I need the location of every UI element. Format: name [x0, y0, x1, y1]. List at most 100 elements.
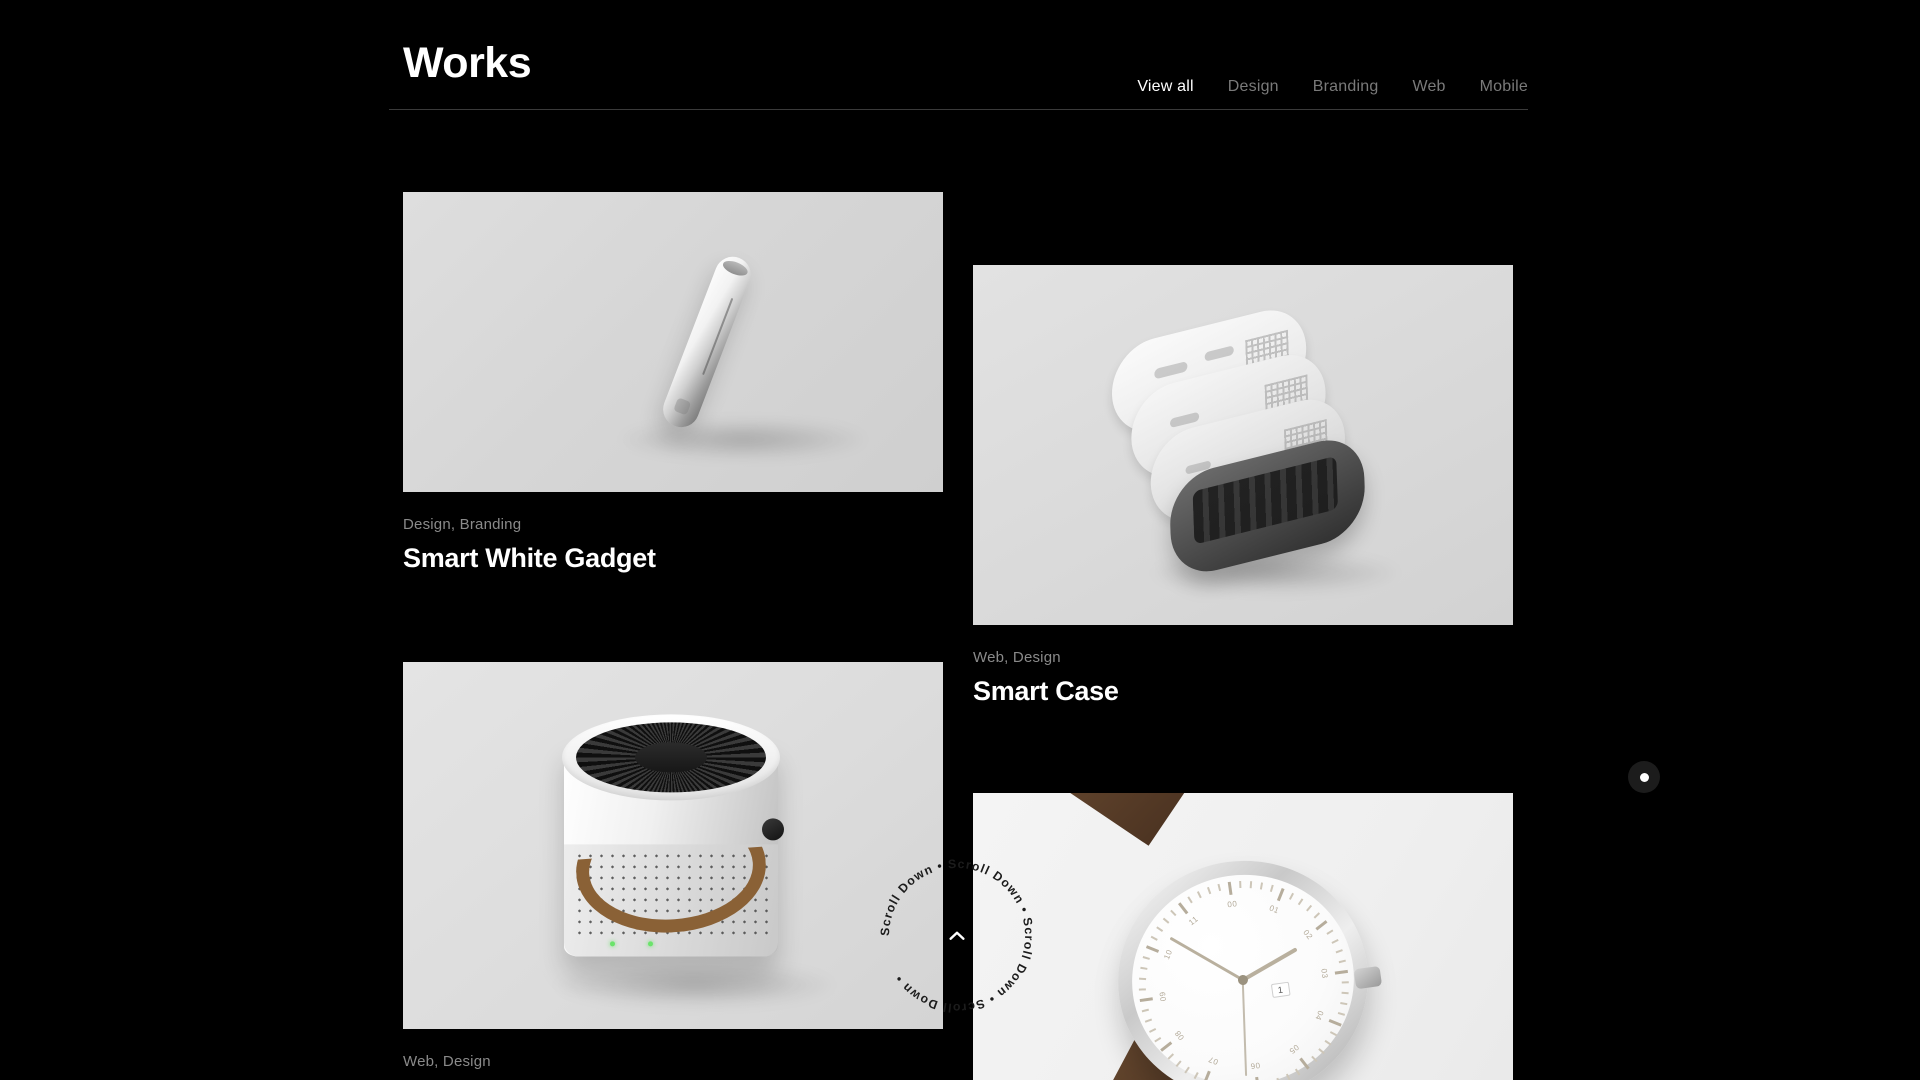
watch-center-pin [1237, 974, 1249, 986]
watch-tick-minor [1269, 884, 1274, 893]
watch-tick-minor [1140, 966, 1148, 971]
watch-hour-label: 02 [1301, 928, 1315, 942]
watch-tick-marks [1118, 861, 1349, 1080]
watch-tick-minor [1156, 926, 1164, 933]
exploded-layer-stack [1101, 296, 1385, 594]
watch-tick-minor [1144, 1018, 1153, 1023]
watch-tick-minor [1335, 949, 1343, 954]
case-slot [1154, 361, 1188, 380]
watch-hour-label: 09 [1157, 990, 1169, 1003]
watch-second-hand [1242, 980, 1248, 1077]
chevron-up-icon[interactable] [946, 925, 968, 947]
watch-tick-minor [1306, 905, 1313, 912]
watch-tick-minor [1170, 909, 1177, 917]
watch-tick-minor [1285, 1073, 1291, 1080]
watch-hour-label: 01 [1267, 903, 1281, 916]
project-thumbnail[interactable] [403, 662, 943, 1029]
watch-tick-major [1315, 920, 1328, 931]
watch-hour-label: 11 [1187, 914, 1200, 928]
watch-tick-minor [1313, 912, 1321, 919]
project-thumbnail[interactable]: 00 01 02 03 04 05 06 07 08 09 10 11 1 [973, 793, 1513, 1080]
watch-tick-minor [1139, 977, 1147, 981]
watch-tick-major [1328, 1019, 1342, 1027]
watch-tick-minor [1142, 956, 1150, 961]
project-title[interactable]: Smart Case [973, 675, 1513, 709]
watch-tick-minor [1340, 1002, 1348, 1006]
project-card-eco-sensors[interactable]: Web, Design Eco Sensors [403, 662, 943, 1080]
product-photo-floating-stick-device [403, 192, 943, 492]
watch-hour-label: 06 [1249, 1060, 1261, 1071]
project-thumbnail[interactable] [403, 192, 943, 492]
watch-tick-minor [1206, 887, 1212, 895]
device-button [673, 397, 692, 416]
wristwatch: 00 01 02 03 04 05 06 07 08 09 10 11 1 [1033, 793, 1453, 1080]
project-title[interactable]: Smart White Gadget [403, 542, 943, 576]
watch-date-window: 1 [1270, 982, 1291, 999]
watch-tick-minor [1326, 929, 1334, 936]
watch-tick-minor [1338, 959, 1346, 964]
watch-tick-minor [1297, 898, 1304, 906]
watch-tick-minor [1154, 1037, 1162, 1043]
works-portfolio-page: Works View all Design Branding Web Mobil… [0, 0, 1920, 1080]
watch-hour-hand [1242, 947, 1298, 982]
watch-hour-label: 07 [1206, 1054, 1220, 1067]
watch-minute-hand [1169, 936, 1244, 982]
watch-tick-minor [1149, 1028, 1157, 1034]
watch-tick-minor [1337, 1012, 1346, 1017]
project-category: Design, Branding [403, 516, 522, 533]
scroll-down-badge[interactable]: Scroll Down • Scroll Down • Scroll Down … [867, 846, 1047, 1026]
watch-hour-label: 04 [1313, 1009, 1326, 1022]
watch-tick-major [1334, 970, 1349, 975]
watch-tick-minor [1249, 881, 1253, 889]
watch-strap-upper [1068, 793, 1283, 846]
watch-tick-minor [1162, 917, 1170, 924]
watch-tick-major [1227, 881, 1233, 896]
watch-tick-minor [1318, 1048, 1325, 1055]
project-card-wristwatch[interactable]: 00 01 02 03 04 05 06 07 08 09 10 11 1 [973, 793, 1513, 1080]
watch-tick-minor [1193, 1072, 1199, 1080]
watch-dial: 00 01 02 03 04 05 06 07 08 09 10 11 1 [1118, 860, 1368, 1080]
watch-tick-minor [1239, 881, 1242, 889]
status-led-filter [648, 940, 653, 946]
watch-tick-minor [1294, 1068, 1301, 1076]
air-purifier [548, 700, 798, 980]
watch-tick-minor [1341, 991, 1349, 995]
project-meta: Web, Design Smart Case [973, 625, 1513, 709]
watch-tick-major [1139, 997, 1153, 1003]
watch-tick-minor [1311, 1055, 1318, 1063]
watch-tick-minor [1150, 935, 1158, 942]
watch-tick-minor [1259, 882, 1264, 890]
watch-tick-major [1160, 1041, 1173, 1052]
purifier-fan-grille [576, 721, 766, 792]
stick-device [658, 251, 757, 433]
case-slot [1169, 411, 1200, 429]
project-meta: Web, Design Eco Sensors [403, 1029, 943, 1080]
watch-tick-minor [1288, 892, 1295, 901]
project-meta: Design, Branding Smart White Gadget [403, 492, 943, 576]
watch-tick-minor [1341, 981, 1349, 984]
watch-tick-minor [1196, 891, 1202, 899]
cursor-dot-center [1639, 772, 1649, 782]
watch-tick-minor [1217, 884, 1222, 892]
device-seam [702, 297, 734, 376]
watch-tick-minor [1141, 1008, 1149, 1013]
product-photo-wristwatch: 00 01 02 03 04 05 06 07 08 09 10 11 1 [973, 793, 1513, 1080]
cursor-dot [1628, 761, 1660, 793]
purifier-fan-hub [635, 741, 707, 772]
project-card-smart-case[interactable]: Web, Design Smart Case [973, 265, 1513, 709]
watch-hour-label: 00 [1226, 899, 1238, 910]
watch-hour-label: 05 [1287, 1042, 1301, 1056]
purifier-top-plate [562, 713, 780, 800]
project-thumbnail[interactable] [973, 265, 1513, 625]
watch-tick-major [1276, 888, 1285, 902]
watch-tick-major [1203, 1070, 1211, 1080]
project-card-smart-white-gadget[interactable]: Design, Branding Smart White Gadget [403, 192, 943, 576]
product-photo-exploded-smart-case [973, 265, 1513, 625]
product-shadow [619, 420, 868, 459]
watch-tick-minor [1187, 896, 1193, 904]
watch-hour-label: 08 [1172, 1028, 1187, 1042]
project-category: Web, Design [973, 649, 1061, 666]
product-photo-air-purifier [403, 662, 943, 1029]
watch-hour-label: 10 [1162, 948, 1175, 961]
strap-anchor-knob [762, 817, 784, 840]
